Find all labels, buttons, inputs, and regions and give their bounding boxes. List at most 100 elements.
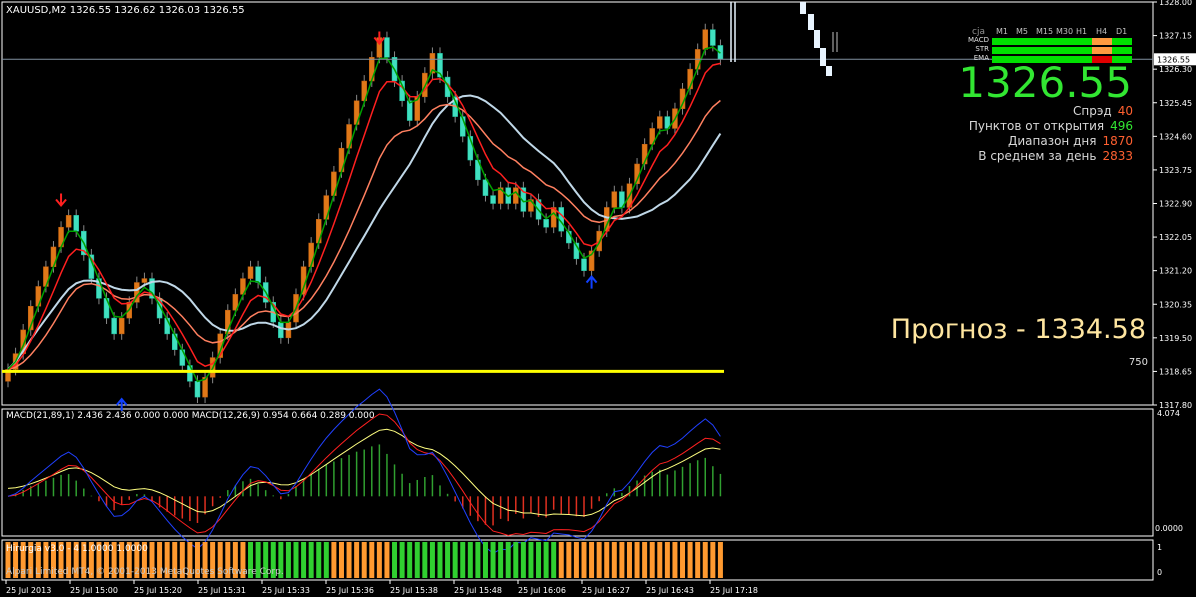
candle <box>657 116 663 129</box>
hirurgia-bar <box>498 542 504 578</box>
hirurgia-bar <box>680 542 686 578</box>
timeframe-h1: H1 <box>1076 27 1088 36</box>
stat-value: 2833 <box>1102 149 1133 163</box>
candle <box>611 191 618 208</box>
hirurgia-bar <box>543 542 549 578</box>
x-tick-label: 25 Jul 2013 <box>6 586 51 595</box>
indicator-cell <box>1032 38 1052 45</box>
candle <box>702 29 709 50</box>
indicator-cell <box>1032 47 1052 54</box>
hirurgia-bar <box>399 542 405 578</box>
hirurgia-scale-top: 1 <box>1157 543 1162 552</box>
renko-block <box>808 14 814 30</box>
hirurgia-bar <box>429 542 435 578</box>
hirurgia-bar <box>452 542 458 578</box>
renko-block <box>820 48 826 66</box>
y-tick-label: 1321.20 <box>1159 267 1192 276</box>
hirurgia-bar <box>528 542 534 578</box>
candle <box>141 278 148 283</box>
hirurgia-bar <box>316 542 322 578</box>
hirurgia-bar <box>558 542 564 578</box>
stat-label: Спрэд <box>1072 104 1112 118</box>
candle <box>111 317 117 335</box>
hirurgia-bar <box>619 542 625 578</box>
macd-label: MACD(21,89,1) 2.436 2.436 0.000 0.000 MA… <box>6 411 375 421</box>
x-tick-label: 25 Jul 15:36 <box>326 586 374 595</box>
x-tick-label: 25 Jul 16:43 <box>646 586 694 595</box>
hirurgia-bar <box>346 542 352 578</box>
hirurgia-bar <box>376 542 382 578</box>
y-tick-label: 1324.60 <box>1159 132 1192 141</box>
x-tick-label: 25 Jul 15:33 <box>262 586 310 595</box>
hirurgia-bar <box>520 542 526 578</box>
timeframe-h4: H4 <box>1096 27 1108 36</box>
indicator-cell <box>1112 47 1132 54</box>
stat-value: 40 <box>1117 104 1133 118</box>
timeframe-m1: M1 <box>996 27 1008 36</box>
timeframe-m5: M5 <box>1016 27 1028 36</box>
candle <box>278 321 284 339</box>
renko-block <box>814 30 820 48</box>
indicator-row-label: STR <box>975 45 989 53</box>
hirurgia-bar <box>702 542 708 578</box>
hirurgia-bar <box>664 542 670 578</box>
hirurgia-bar <box>490 542 496 578</box>
hirurgia-bar <box>611 542 617 578</box>
x-tick-label: 25 Jul 15:31 <box>198 586 246 595</box>
indicator-cell <box>992 47 1012 54</box>
y-tick-label: 1322.90 <box>1159 200 1192 209</box>
renko-block <box>800 2 806 14</box>
timeframe-d1: D1 <box>1116 27 1128 36</box>
indicator-row-label: MACD <box>968 36 989 44</box>
stat-value: 1870 <box>1102 134 1133 148</box>
candle <box>369 57 375 82</box>
candle <box>247 266 254 279</box>
stat-label: В среднем за день <box>978 149 1097 163</box>
hirurgia-bar <box>475 542 481 578</box>
indicator-cell <box>1092 38 1112 45</box>
current-price: 1326.55 <box>958 58 1132 107</box>
hirurgia-label: Hirurgia v3.0 - 4 1.0000 1.0000 <box>6 544 148 554</box>
renko-block <box>826 66 832 76</box>
indicator-cell <box>1012 47 1032 54</box>
hirurgia-bar <box>687 542 693 578</box>
hirurgia-bar <box>392 542 398 578</box>
stat-row: Пунктов от открытия 496 <box>969 119 1133 134</box>
hirurgia-bar <box>695 542 701 578</box>
candle <box>65 215 72 228</box>
stat-row: Спрэд 40 <box>969 104 1133 119</box>
x-tick-label: 25 Jul 16:27 <box>582 586 630 595</box>
indicator-cell <box>1092 47 1112 54</box>
hirurgia-bar <box>513 542 519 578</box>
y-tick-label: 1322.05 <box>1159 233 1192 242</box>
timeframe-m15: M15 <box>1036 27 1054 36</box>
forecast-text: Прогноз - 1334.58 <box>890 314 1146 345</box>
y-tick-label: 1326.30 <box>1159 65 1192 74</box>
macd-scale-bottom: 0.0000 <box>1155 524 1183 533</box>
hirurgia-bar <box>407 542 413 578</box>
buy-arrow-icon <box>585 275 598 289</box>
hirurgia-bar <box>626 542 632 578</box>
stat-label: Пунктов от открытия <box>968 119 1105 133</box>
hirurgia-bar <box>581 542 587 578</box>
stat-row: В среднем за день 2833 <box>969 149 1133 164</box>
indicator-cell <box>1112 38 1132 45</box>
hirurgia-bar <box>445 542 451 578</box>
candle <box>543 219 549 228</box>
hirurgia-bar <box>437 542 443 578</box>
candle <box>384 37 390 58</box>
stat-label: Диапазон дня <box>1007 134 1097 148</box>
hirurgia-bar <box>505 542 511 578</box>
hirurgia-bar <box>293 542 299 578</box>
hirurgia-bar <box>589 542 595 578</box>
candle <box>315 219 322 244</box>
hirurgia-bar <box>422 542 428 578</box>
hirurgia-bar <box>672 542 678 578</box>
candle <box>710 29 716 46</box>
hirurgia-bar <box>467 542 473 578</box>
x-tick-label: 25 Jul 15:38 <box>390 586 438 595</box>
sell-arrow-icon <box>55 193 67 208</box>
hirurgia-bar <box>710 542 716 578</box>
y-tick-label: 1325.45 <box>1159 99 1192 108</box>
indicator-cell <box>1012 38 1032 45</box>
